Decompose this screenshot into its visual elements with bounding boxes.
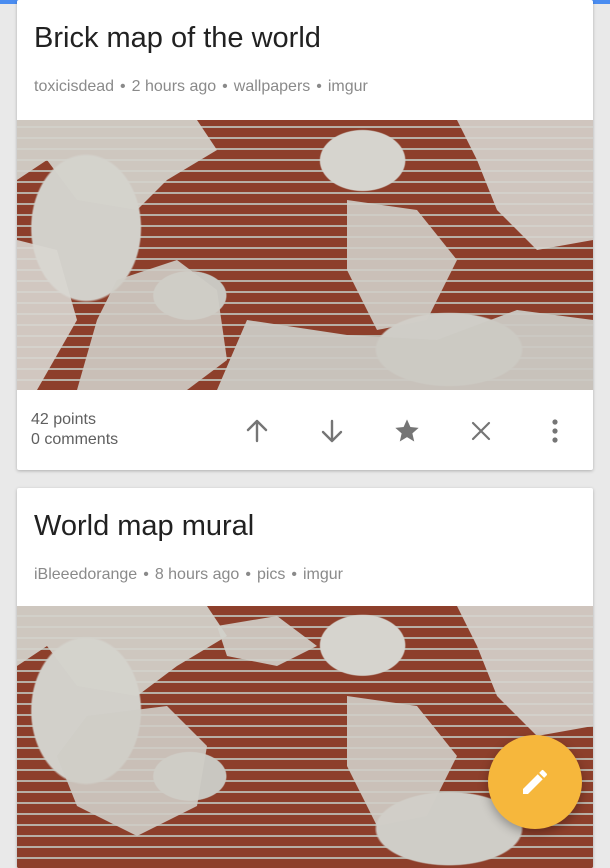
post-time: 8 hours ago (154, 566, 240, 583)
post-author[interactable]: toxicisdead (34, 78, 114, 95)
post-meta: toxicisdead • 2 hours ago • wallpapers • imgur (34, 78, 368, 95)
world-map-mural-image (17, 606, 593, 836)
post-meta: iBleeedorange • 8 hours ago • pics • imgur (34, 566, 344, 583)
save-button[interactable] (389, 413, 425, 449)
post-author[interactable]: iBleeedorange (34, 566, 137, 583)
upvote-button[interactable] (239, 413, 275, 449)
post-subreddit[interactable]: pics (257, 566, 285, 583)
downvote-button[interactable] (314, 413, 350, 449)
more-options-button[interactable] (537, 413, 573, 449)
hide-icon (471, 421, 491, 441)
downvote-icon (321, 419, 343, 443)
post-image[interactable] (17, 606, 593, 868)
post-image[interactable] (17, 120, 593, 390)
post-domain[interactable]: imgur (303, 566, 343, 583)
upvote-icon (246, 419, 268, 443)
post-stats: 42 points 0 comments (31, 410, 118, 450)
post-title[interactable]: World map mural (34, 510, 254, 543)
pencil-icon (523, 769, 548, 794)
post-time: 2 hours ago (131, 78, 217, 95)
brick-world-map-image (17, 120, 593, 390)
comments-count[interactable]: 0 comments (31, 430, 118, 450)
more-vert-icon (552, 419, 558, 443)
post-subreddit[interactable]: wallpapers (234, 78, 310, 95)
compose-post-button[interactable] (488, 735, 582, 829)
post-card-1[interactable]: Brick map of the world toxicisdead • 2 hou… (17, 0, 593, 470)
post-title[interactable]: Brick map of the world (34, 22, 321, 55)
points-count: 42 points (31, 411, 96, 428)
post-domain[interactable]: imgur (328, 78, 368, 95)
hide-button[interactable] (463, 413, 499, 449)
star-icon (395, 419, 419, 442)
